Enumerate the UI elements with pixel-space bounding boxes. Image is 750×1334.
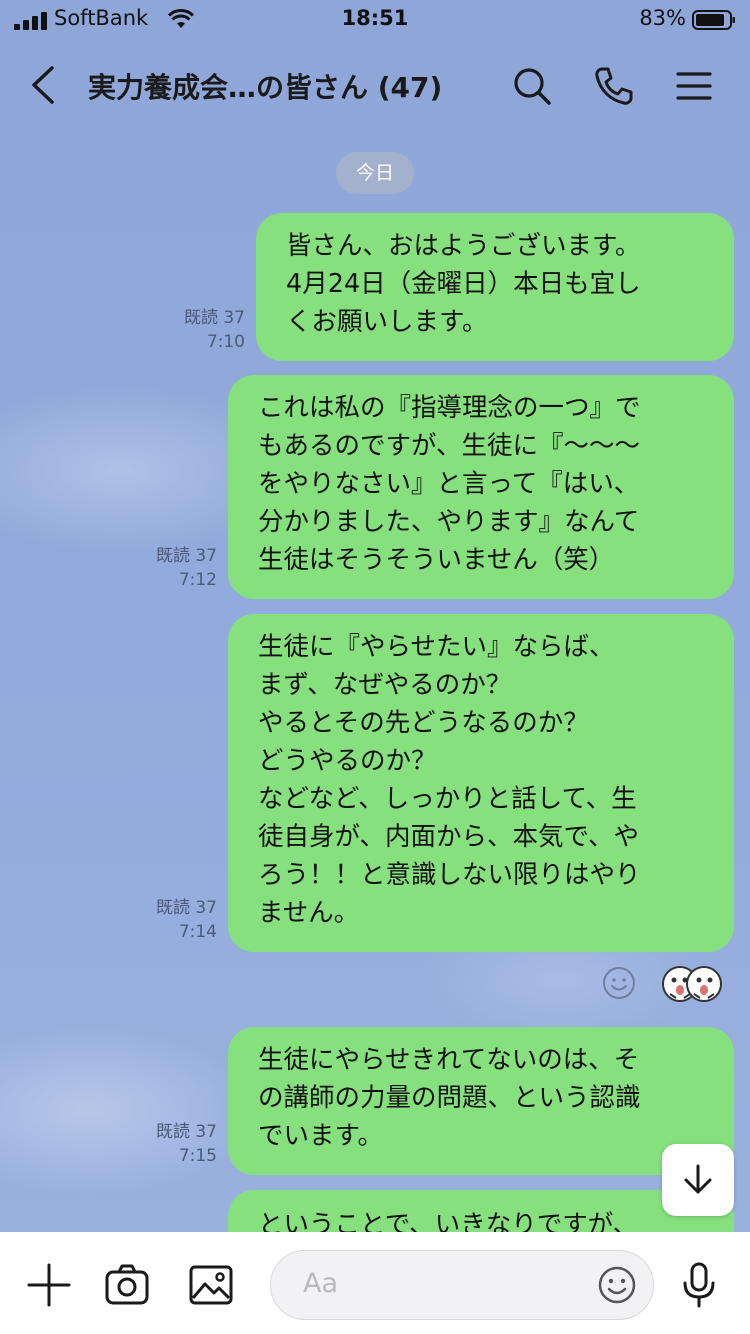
chat-header: 実力養成会…の皆さん (47) [0, 50, 750, 120]
microphone-icon[interactable] [676, 1262, 722, 1308]
scroll-down-button[interactable] [662, 1144, 734, 1216]
clock: 18:51 [341, 6, 409, 30]
read-count: 既読 37 [183, 308, 245, 328]
status-bar: SoftBank 18:51 83% [0, 0, 750, 40]
battery-percent: 83% [639, 6, 686, 30]
camera-icon[interactable] [104, 1262, 150, 1308]
message-time: 7:12 [178, 570, 217, 590]
message-bubble[interactable]: 皆さん、おはようございます。 4月24日（金曜日）本日も宜し くお願いします。 [256, 213, 734, 361]
plus-icon[interactable] [26, 1262, 72, 1308]
message-input-placeholder: Aa [303, 1268, 339, 1299]
message-time: 7:14 [178, 922, 217, 942]
message-time: 7:15 [178, 1146, 217, 1166]
read-count: 既読 37 [155, 546, 217, 566]
search-icon[interactable] [510, 64, 554, 108]
battery-icon [692, 10, 735, 30]
message-meta: 既読 37 7:15 [120, 1120, 217, 1168]
composer-bar: Aa [0, 1232, 750, 1334]
chat-title: 実力養成会…の皆さん (47) [88, 71, 443, 104]
message-bubble[interactable]: 生徒に『やらせたい』ならば、 まず、なぜやるのか？ やるとその先どうなるのか？ … [228, 614, 734, 952]
message-bubble[interactable]: 生徒にやらせきれてないのは、そ の講師の力量の問題、という認識 でいます。 [228, 1027, 734, 1175]
scroll-down-arrow-icon [684, 1164, 712, 1194]
emoji-icon[interactable] [597, 1265, 637, 1305]
message-time: 7:10 [206, 332, 245, 352]
back-chevron-icon[interactable] [22, 62, 62, 108]
message-meta: 既読 37 7:10 [150, 306, 245, 354]
read-count: 既読 37 [155, 1122, 217, 1142]
message-input[interactable]: Aa [270, 1250, 654, 1320]
message-bubble[interactable]: これは私の『指導理念の一つ』で もあるのですが、生徒に『〜〜〜 をやりなさい』と… [228, 375, 734, 599]
phone-icon[interactable] [592, 64, 636, 108]
menu-icon[interactable] [672, 64, 716, 108]
read-count: 既読 37 [155, 898, 217, 918]
sticker-reaction-icon[interactable] [660, 962, 724, 1004]
date-separator: 今日 [336, 152, 414, 194]
message-meta: 既読 37 7:12 [120, 544, 217, 592]
message-meta: 既読 37 7:14 [120, 896, 217, 944]
image-icon[interactable] [188, 1262, 234, 1308]
add-reaction-icon[interactable] [602, 966, 636, 1000]
